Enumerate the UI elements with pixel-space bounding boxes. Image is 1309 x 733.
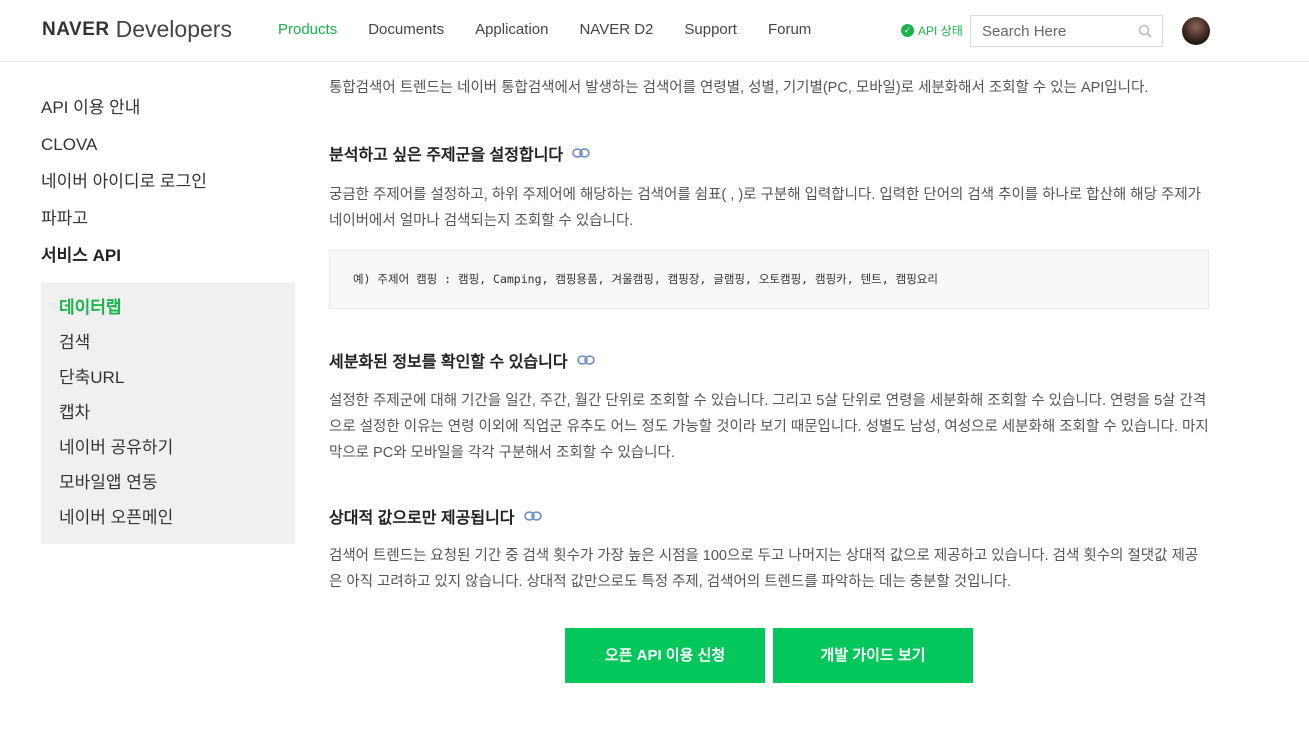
submenu-item-open-main[interactable]: 네이버 오픈메인 <box>41 507 295 542</box>
user-avatar[interactable] <box>1182 17 1210 45</box>
check-circle-icon: ✓ <box>901 24 914 37</box>
search-box <box>970 15 1163 47</box>
submenu-item-mobile-app[interactable]: 모바일앱 연동 <box>41 472 295 507</box>
sidebar-item-papago[interactable]: 파파고 <box>41 207 295 244</box>
section-heading-relative: 상대적 값으로만 제공됩니다 <box>329 504 542 528</box>
link-icon[interactable] <box>576 355 595 365</box>
apply-open-api-button[interactable]: 오픈 API 이용 신청 <box>565 628 765 683</box>
section-heading-topic: 분석하고 싶은 주제군을 설정합니다 <box>329 141 590 165</box>
nav-support[interactable]: Support <box>684 21 737 38</box>
sidebar-item-service-api[interactable]: 서비스 API <box>41 244 295 281</box>
section-text-relative: 검색어 트렌드는 요청된 기간 중 검색 횟수가 가장 높은 시점을 100으로… <box>329 548 1199 590</box>
section-text-details: 설정한 주제군에 대해 기간을 일간, 주간, 월간 단위로 조회할 수 있습니… <box>329 393 1209 461</box>
logo-brand: NAVER <box>42 19 110 40</box>
nav-products[interactable]: Products <box>278 21 337 38</box>
submenu-item-datalab[interactable]: 데이터랩 <box>41 297 295 332</box>
link-icon[interactable] <box>572 148 590 158</box>
api-status-label: API 상태 <box>918 24 963 38</box>
search-input[interactable] <box>971 16 1131 46</box>
link-icon[interactable] <box>523 511 542 521</box>
service-api-submenu: 데이터랩 검색 단축URL 캡차 네이버 공유하기 모바일앱 연동 네이버 오픈… <box>41 283 295 544</box>
section-heading-details-text: 세분화된 정보를 확인할 수 있습니다 <box>329 354 568 371</box>
section-heading-details: 세분화된 정보를 확인할 수 있습니다 <box>329 348 595 372</box>
main-nav: Products Documents Application NAVER D2 … <box>278 21 842 38</box>
submenu-item-search[interactable]: 검색 <box>41 332 295 367</box>
dev-guide-button[interactable]: 개발 가이드 보기 <box>773 628 973 683</box>
nav-naver-d2[interactable]: NAVER D2 <box>579 21 653 38</box>
section-text-topic: 궁금한 주제어를 설정하고, 하위 주제어에 해당하는 검색어를 쉼표( , )… <box>329 187 1202 229</box>
api-status-link[interactable]: ✓ API 상태 <box>901 22 963 39</box>
top-header: NAVER Developers Products Documents Appli… <box>0 0 1309 62</box>
sidebar-item-api-guide[interactable]: API 이용 안내 <box>41 96 295 133</box>
search-icon[interactable] <box>1138 24 1152 38</box>
naver-developers-logo[interactable]: NAVER Developers <box>42 16 232 43</box>
submenu-item-share[interactable]: 네이버 공유하기 <box>41 437 295 472</box>
sidebar-item-clova[interactable]: CLOVA <box>41 133 295 170</box>
nav-application[interactable]: Application <box>475 21 548 38</box>
logo-sub: Developers <box>115 16 232 42</box>
intro-text: 통합검색어 트렌드는 네이버 통합검색에서 발생하는 검색어를 연령별, 성별,… <box>329 80 1149 96</box>
nav-forum[interactable]: Forum <box>768 21 811 38</box>
nav-documents[interactable]: Documents <box>368 21 444 38</box>
sidebar: API 이용 안내 CLOVA 네이버 아이디로 로그인 파파고 서비스 API… <box>41 96 295 544</box>
section-heading-relative-text: 상대적 값으로만 제공됩니다 <box>329 510 515 527</box>
submenu-item-short-url[interactable]: 단축URL <box>41 367 295 402</box>
submenu-item-captcha[interactable]: 캡차 <box>41 402 295 437</box>
sidebar-item-naver-login[interactable]: 네이버 아이디로 로그인 <box>41 170 295 207</box>
section-heading-topic-text: 분석하고 싶은 주제군을 설정합니다 <box>329 147 564 164</box>
code-example: 예) 주제어 캠핑 : 캠핑, Camping, 캠핑용품, 겨울캠핑, 캠핑장… <box>329 250 1209 309</box>
